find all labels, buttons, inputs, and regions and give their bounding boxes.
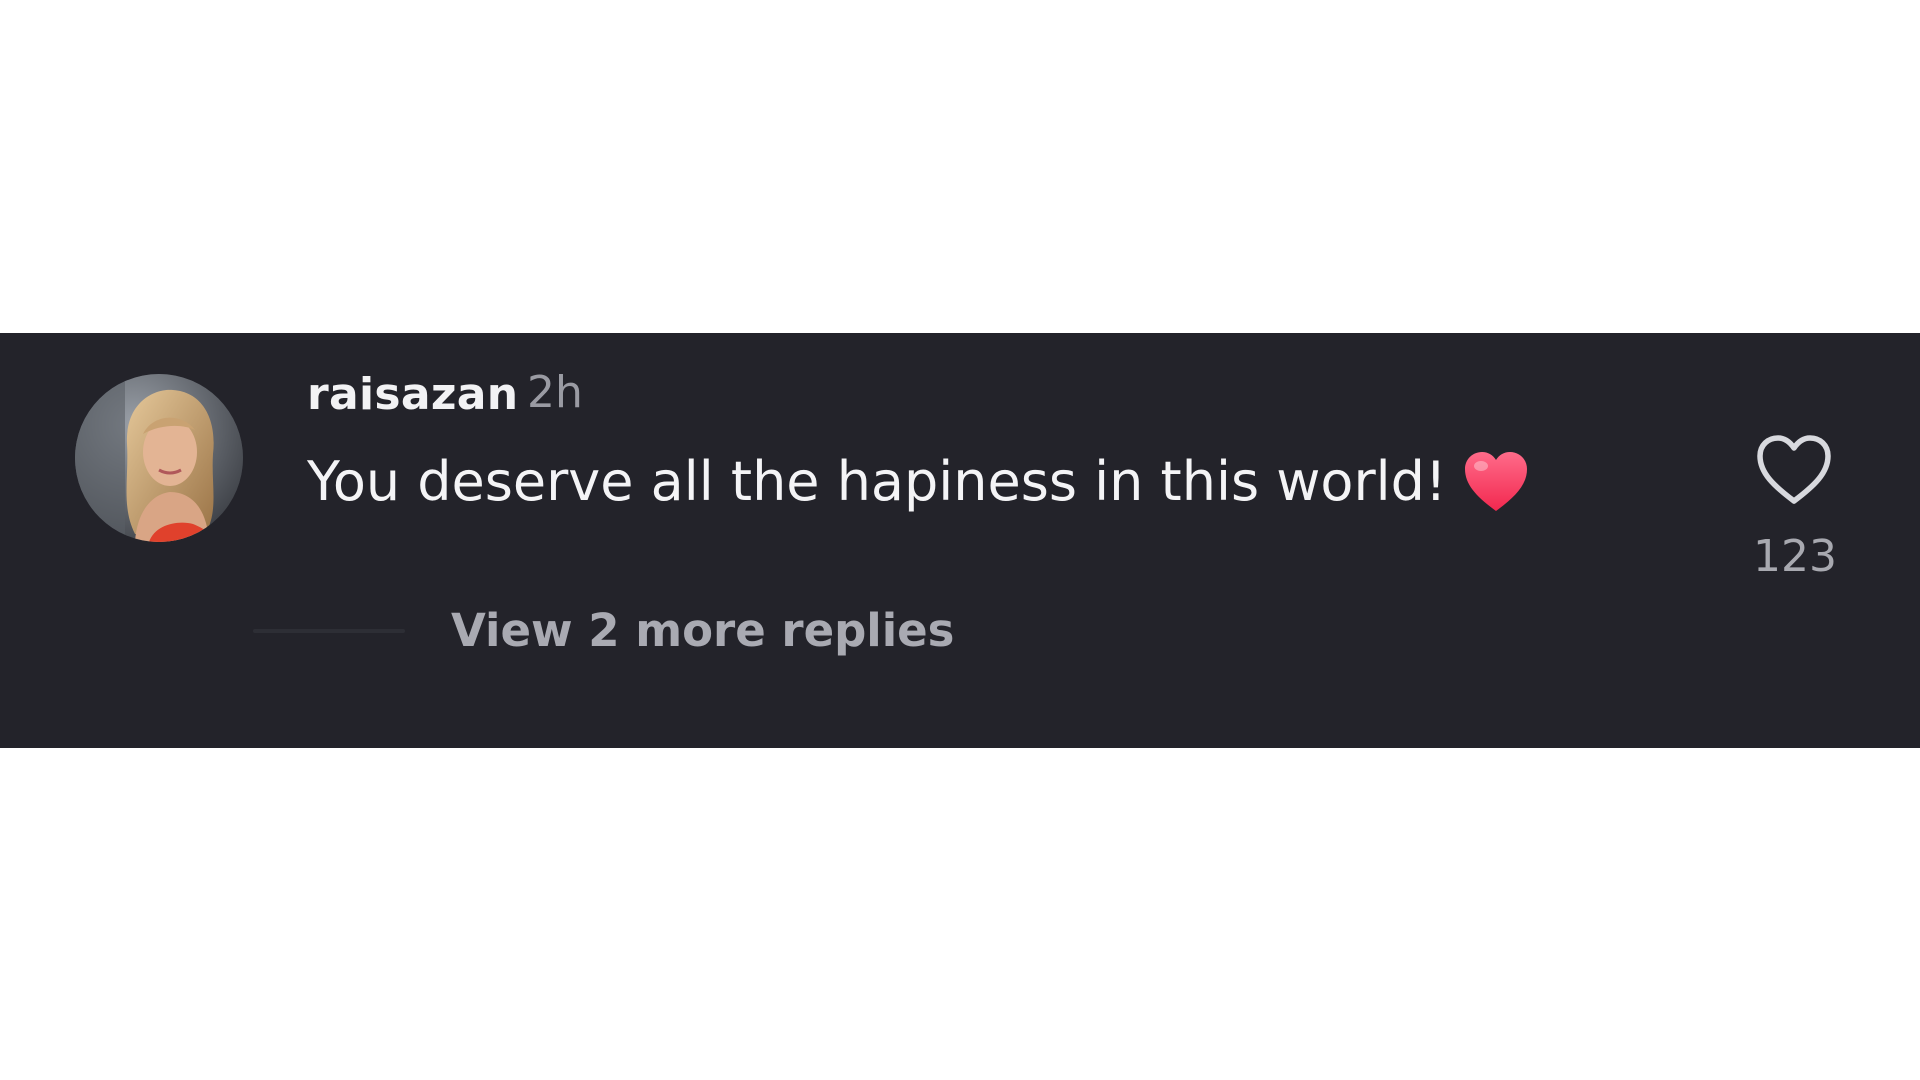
- like-button[interactable]: [1754, 433, 1834, 507]
- heart-emoji-icon: [1463, 451, 1529, 513]
- page: raisazan 2h You deserve all the hapiness…: [0, 0, 1920, 1080]
- heart-outline-icon: [1757, 435, 1831, 504]
- comment-panel: raisazan 2h You deserve all the hapiness…: [0, 333, 1920, 748]
- comment-body: You deserve all the hapiness in this wor…: [307, 447, 1529, 517]
- timestamp: 2h: [527, 367, 583, 418]
- view-replies-button[interactable]: View 2 more replies: [451, 603, 954, 659]
- avatar-photo: [75, 374, 243, 542]
- replies-divider: [253, 629, 405, 633]
- avatar[interactable]: [75, 374, 243, 542]
- like-count: 123: [1753, 531, 1837, 582]
- comment-text: You deserve all the hapiness in this wor…: [307, 450, 1447, 513]
- username[interactable]: raisazan: [307, 367, 518, 423]
